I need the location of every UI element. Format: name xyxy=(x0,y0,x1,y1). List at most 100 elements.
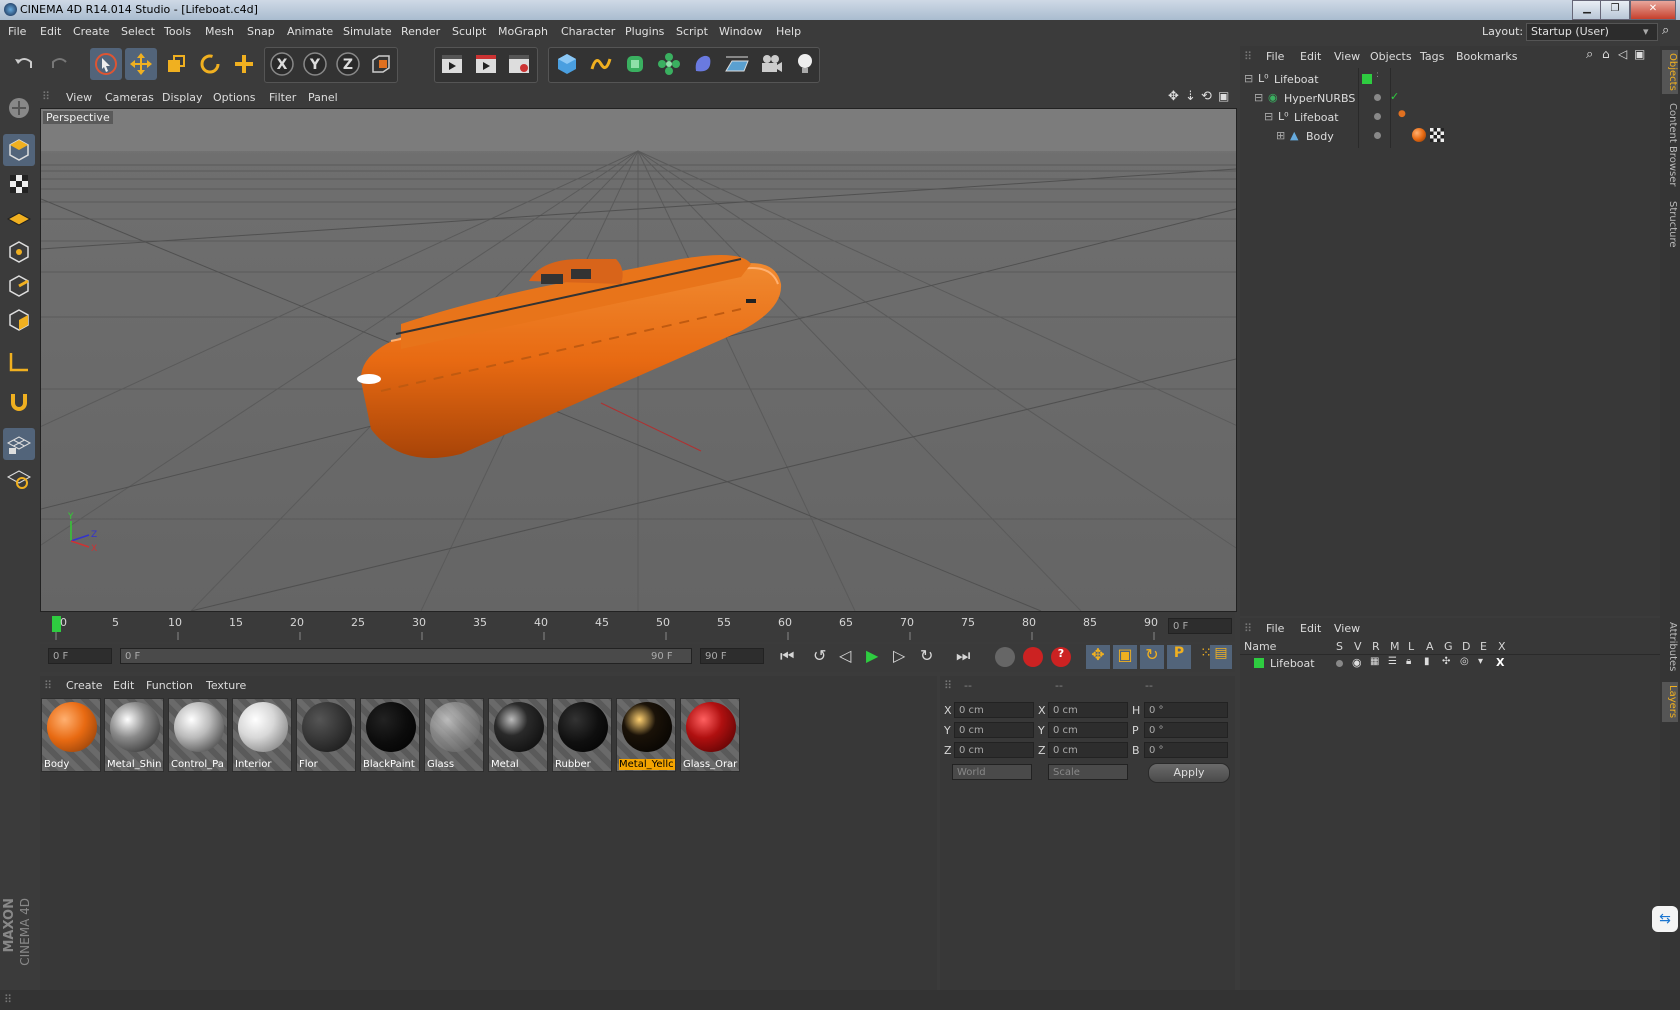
add-nurbs-button[interactable] xyxy=(619,48,651,80)
material-rubber[interactable]: Rubber xyxy=(552,698,612,772)
layer-color-swatch[interactable] xyxy=(1362,74,1372,84)
status-dot[interactable] xyxy=(1374,94,1381,101)
coordinate-space-dropdown[interactable]: World xyxy=(952,764,1032,780)
layer-row-lifeboat[interactable]: Lifeboat ◉ ▦ ☰ 🔒︎ ▮ ✣ ◎ ▾ X xyxy=(1240,656,1660,672)
tab-attributes[interactable]: Attributes xyxy=(1662,616,1678,678)
menu-create[interactable]: Create xyxy=(73,25,110,38)
menu-file[interactable]: File xyxy=(8,25,26,38)
perspective-viewport[interactable]: Y Z X Perspective xyxy=(40,108,1237,612)
step-back-icon[interactable]: ◁ xyxy=(839,646,851,665)
om-menu-file[interactable]: File xyxy=(1266,50,1284,63)
material-glass[interactable]: Glass xyxy=(424,698,484,772)
tab-layers[interactable]: Layers xyxy=(1662,682,1678,722)
size-z-field[interactable]: 0 cm xyxy=(1048,742,1128,758)
help-question-icon[interactable]: ? xyxy=(1051,647,1071,667)
om-menu-edit[interactable]: Edit xyxy=(1300,50,1321,63)
rotate-key-icon[interactable]: ↻ xyxy=(1140,645,1164,669)
visibility-dots-icon[interactable]: : xyxy=(1376,70,1379,80)
move-tool-button[interactable] xyxy=(125,48,157,80)
viewport-menu-cameras[interactable]: Cameras xyxy=(105,91,154,104)
scale-tool-button[interactable] xyxy=(160,48,192,80)
menu-sculpt[interactable]: Sculpt xyxy=(452,25,486,38)
material-body[interactable]: Body xyxy=(41,698,101,772)
end-frame-field[interactable]: 90 F xyxy=(700,648,764,664)
add-light-button[interactable] xyxy=(789,48,821,80)
om-menu-bookmarks[interactable]: Bookmarks xyxy=(1456,50,1517,63)
nav-back-icon[interactable]: ◁ xyxy=(1618,47,1627,61)
home-icon[interactable]: ⌂ xyxy=(1602,47,1610,61)
add-cube-button[interactable] xyxy=(551,48,583,80)
search-icon[interactable]: ⌕ xyxy=(1662,23,1669,38)
viewport-move-icon[interactable]: ✥ xyxy=(1168,89,1179,104)
preview-range-slider[interactable]: 0 F 90 F xyxy=(120,648,692,664)
enabled-check-icon[interactable]: ✓ xyxy=(1390,90,1399,103)
points-mode-button[interactable] xyxy=(3,236,35,268)
material-menu-texture[interactable]: Texture xyxy=(206,679,246,692)
rot-h-field[interactable]: 0 ° xyxy=(1144,702,1228,718)
material-metal[interactable]: Metal xyxy=(488,698,548,772)
menu-simulate[interactable]: Simulate xyxy=(343,25,392,38)
pos-y-field[interactable]: 0 cm xyxy=(954,722,1034,738)
lock-icon[interactable]: 🔒︎ xyxy=(1406,656,1411,667)
axis-mode-button[interactable] xyxy=(3,346,35,378)
start-frame-field[interactable]: 0 F xyxy=(48,648,112,664)
status-dot[interactable] xyxy=(1374,132,1381,139)
rot-b-field[interactable]: 0 ° xyxy=(1144,742,1228,758)
render-icon[interactable]: ▦ xyxy=(1370,656,1379,667)
menu-snap[interactable]: Snap xyxy=(247,25,275,38)
viewport-menu-options[interactable]: Options xyxy=(213,91,255,104)
loop-forward-icon[interactable]: ↻ xyxy=(920,646,933,665)
menu-mograph[interactable]: MoGraph xyxy=(498,25,548,38)
collapse-icon[interactable]: ⊟ xyxy=(1244,72,1253,85)
menu-edit[interactable]: Edit xyxy=(40,25,61,38)
play-icon[interactable]: ▶ xyxy=(866,646,878,665)
viewport-menu-panel[interactable]: Panel xyxy=(308,91,338,104)
undo-button[interactable] xyxy=(8,48,40,80)
workplane-lock-button[interactable] xyxy=(3,428,35,460)
menu-mesh[interactable]: Mesh xyxy=(205,25,234,38)
object-row-body[interactable]: ⊞ ▲ Body xyxy=(1240,127,1650,145)
texture-tag-icon[interactable] xyxy=(1430,128,1444,142)
planar-workplane-button[interactable] xyxy=(3,462,35,494)
object-row-hypernurbs[interactable]: ⊟ ◉ HyperNURBS ✓ xyxy=(1240,89,1650,107)
menu-script[interactable]: Script xyxy=(676,25,708,38)
record-icon[interactable] xyxy=(1023,647,1043,667)
object-row-lifeboat-child[interactable]: ⊟ L⁰ Lifeboat ● xyxy=(1240,108,1650,126)
close-button[interactable]: ✕ xyxy=(1630,0,1676,20)
current-frame-field[interactable]: 0 F xyxy=(1168,618,1232,634)
render-picture-viewer-button[interactable] xyxy=(470,48,502,80)
material-interior[interactable]: Interior xyxy=(232,698,292,772)
status-dot[interactable] xyxy=(1374,113,1381,120)
viewport-menu-view[interactable]: View xyxy=(66,91,92,104)
manager-icon[interactable]: ☰ xyxy=(1388,656,1397,667)
timeline-ruler[interactable]: 0 5 10 15 20 25 30 35 40 45 50 55 60 65 … xyxy=(40,612,1235,642)
tab-content-browser[interactable]: Content Browser xyxy=(1662,100,1678,190)
material-blackpaint[interactable]: BlackPaint xyxy=(360,698,420,772)
solo-toggle-icon[interactable] xyxy=(1336,660,1343,667)
collapse-icon[interactable]: ⊟ xyxy=(1264,110,1273,123)
om-menu-tags[interactable]: Tags xyxy=(1420,50,1444,63)
xref-icon[interactable]: X xyxy=(1496,656,1504,669)
rot-p-field[interactable]: 0 ° xyxy=(1144,722,1228,738)
loop-back-icon[interactable]: ↺ xyxy=(813,646,826,665)
new-window-icon[interactable]: ▣ xyxy=(1634,47,1645,61)
redo-button[interactable] xyxy=(44,48,76,80)
viewport-maximize-icon[interactable]: ▣ xyxy=(1218,89,1229,103)
size-y-field[interactable]: 0 cm xyxy=(1048,722,1128,738)
animation-icon[interactable]: ▮ xyxy=(1424,656,1430,667)
material-metal-yellc[interactable]: Metal_Yellc xyxy=(616,698,676,772)
generators-icon[interactable]: ✣ xyxy=(1442,656,1450,667)
pos-x-field[interactable]: 0 cm xyxy=(954,702,1034,718)
rotate-tool-button[interactable] xyxy=(194,48,226,80)
timeline-window-icon[interactable]: ▤ xyxy=(1210,645,1232,669)
material-menu-create[interactable]: Create xyxy=(66,679,103,692)
coordinate-system-button[interactable] xyxy=(365,48,397,80)
lm-menu-edit[interactable]: Edit xyxy=(1300,622,1321,635)
menu-character[interactable]: Character xyxy=(561,25,615,38)
apply-button[interactable]: Apply xyxy=(1148,763,1230,783)
collapse-icon[interactable]: ⊟ xyxy=(1254,91,1263,104)
viewport-menu-filter[interactable]: Filter xyxy=(269,91,296,104)
add-deformer-button[interactable] xyxy=(687,48,719,80)
add-scene-button[interactable] xyxy=(721,48,753,80)
render-settings-button[interactable] xyxy=(503,48,535,80)
